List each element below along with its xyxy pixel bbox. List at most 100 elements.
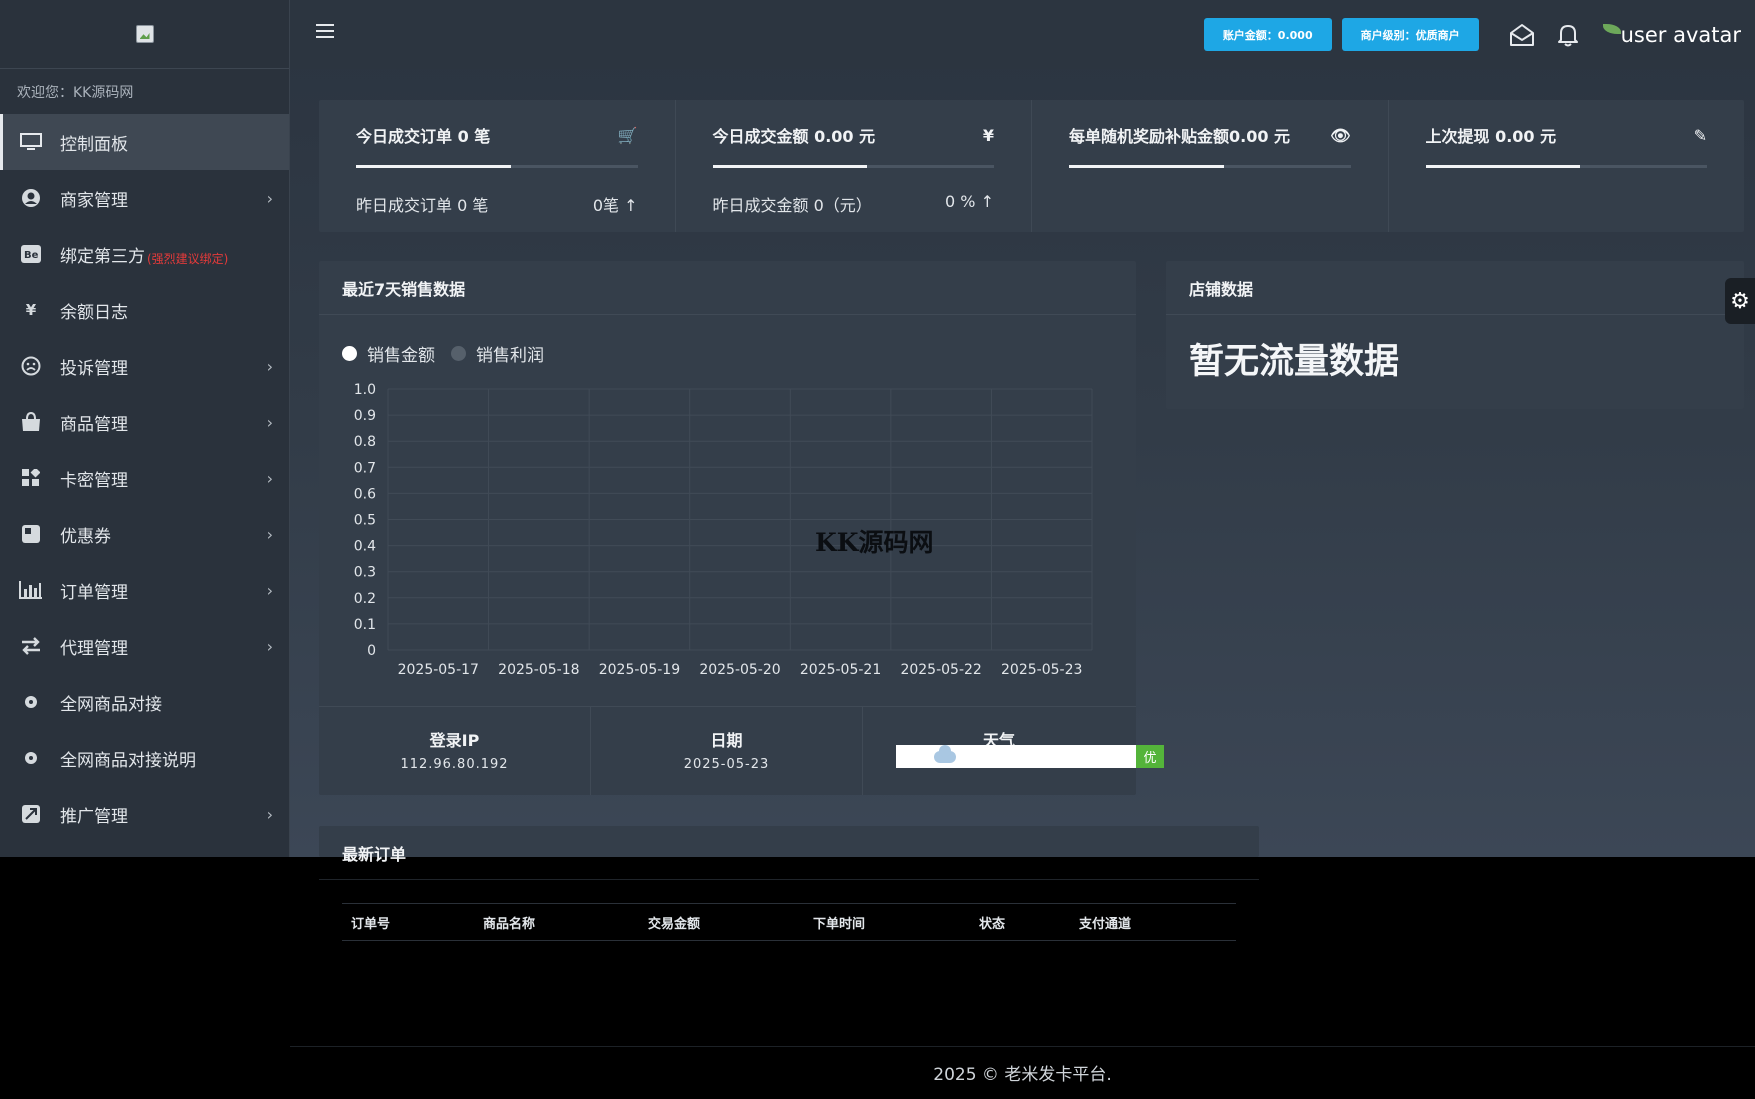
y-tick-label: 0.5 — [354, 513, 376, 529]
menu-toggle-icon[interactable] — [316, 24, 334, 42]
no-traffic-message: 暂无流量数据 — [1189, 342, 1400, 382]
sidebar-item-5[interactable]: 商品管理 › — [0, 394, 289, 450]
sidebar-item-label: 商品管理 — [60, 414, 128, 435]
yen-icon: ¥ — [25, 301, 37, 319]
dot-circle-icon — [19, 746, 43, 770]
sidebar-item-0[interactable]: 控制面板 — [0, 114, 289, 170]
sales-line-chart: 0 0.1 0.2 0.3 0.4 0.5 0.6 0.7 0.8 0.9 1.0 2025-05-1… — [354, 382, 1093, 678]
cloud-icon — [934, 744, 956, 763]
sidebar-item-2[interactable]: Be 绑定第三方 (强烈建议绑定) — [0, 226, 289, 282]
sidebar-item-label: 推广管理 — [60, 806, 128, 827]
sidebar-item-11[interactable]: 全网商品对接说明 — [0, 730, 289, 786]
sidebar-item-12[interactable]: 推广管理 › — [0, 786, 289, 842]
shop-panel: 店铺数据 暂无流量数据 — [1166, 261, 1744, 409]
stat-title: 今日成交订单 0 笔 — [356, 127, 491, 146]
account-balance-button[interactable]: 账户金额：0.000 — [1203, 18, 1332, 51]
sales-panel-title: 最近7天销售数据 — [319, 261, 1136, 315]
y-tick-label: 0 — [367, 643, 376, 659]
date-value: 2025-05-23 — [683, 757, 770, 772]
shop-panel-title: 店铺数据 — [1166, 261, 1744, 315]
y-tick-label: 0.3 — [354, 565, 376, 581]
sidebar-item-7[interactable]: 优惠券 › — [0, 506, 289, 562]
stat-title: 每单随机奖励补贴金额0.00 元 — [1069, 127, 1291, 146]
x-tick-label: 2025-05-21 — [800, 662, 881, 678]
stat-card: 上次提现 0.00 元 ✎ — [1389, 100, 1745, 232]
sidebar-item-label: 余额日志 — [60, 302, 128, 323]
sidebar-item-3[interactable]: ¥ 余额日志 — [0, 282, 289, 338]
sales-panel: 最近7天销售数据 销售金额 销售利润 0 0.1 0.2 0.3 0.4 0.5 0.6 0.… — [319, 261, 1164, 795]
sidebar-item-6[interactable]: 卡密管理 › — [0, 450, 289, 506]
legend-dot — [451, 346, 466, 361]
coupon-icon — [19, 522, 43, 546]
sidebar-item-label: 订单管理 — [60, 582, 128, 603]
settings-gear-icon[interactable]: ⚙ — [1725, 278, 1755, 324]
date-cell: 日期 2025-05-23 — [591, 707, 863, 795]
stat-progress-bar — [712, 165, 994, 168]
stat-sub-left: 昨日成交金额 0（元） — [712, 196, 872, 215]
sidebar-item-1[interactable]: 商家管理 › — [0, 170, 289, 226]
sidebar-item-label: 全网商品对接说明 — [60, 750, 196, 771]
stats-bar: 今日成交订单 0 笔 🛒 昨日成交订单 0 笔 0笔 ↑ 今日成交金额 0.00 元 ¥ 昨… — [319, 100, 1744, 232]
sidebar-item-4[interactable]: 投诉管理 › — [0, 338, 289, 394]
sidebar-item-9[interactable]: 代理管理 › — [0, 618, 289, 674]
frown-icon — [19, 354, 43, 378]
col-order-time: 下单时间 — [813, 916, 866, 932]
orders-table-header: 订单号 商品名称 交易金额 下单时间 状态 支付通道 — [342, 903, 1236, 941]
y-tick-label: 0.6 — [354, 486, 376, 502]
exchange-icon — [19, 634, 43, 658]
sidebar-item-10[interactable]: 全网商品对接 — [0, 674, 289, 730]
col-order-no: 订单号 — [351, 916, 391, 932]
stat-progress-bar — [1069, 165, 1351, 168]
weather-widget[interactable]: 优 — [896, 744, 1164, 768]
login-ip-cell: 登录IP 112.96.80.192 — [319, 707, 591, 795]
chevron-right-icon: › — [266, 636, 273, 656]
sidebar-item-label: 投诉管理 — [60, 358, 128, 379]
col-status: 状态 — [979, 916, 1006, 932]
chevron-right-icon: › — [266, 412, 273, 432]
x-tick-label: 2025-05-23 — [1001, 662, 1082, 678]
watermark-text: KK源码网 — [815, 528, 934, 557]
stat-progress-bar — [1425, 165, 1707, 168]
y-tick-label: 0.9 — [354, 408, 376, 424]
mail-icon[interactable] — [1509, 22, 1535, 48]
sidebar-item-8[interactable]: 订单管理 › — [0, 562, 289, 618]
col-amount: 交易金额 — [648, 916, 701, 932]
broken-image-icon — [135, 25, 154, 43]
stat-title: 今日成交金额 0.00 元 — [712, 127, 876, 146]
sidebar-item-label: 绑定第三方 — [60, 246, 145, 267]
bell-icon[interactable] — [1555, 22, 1581, 48]
bar-chart-icon — [19, 578, 43, 602]
stat-sub-right: 0笔 ↑ — [592, 196, 638, 215]
behance-icon: Be — [19, 242, 43, 266]
stat-card: 今日成交订单 0 笔 🛒 昨日成交订单 0 笔 0笔 ↑ — [319, 100, 676, 232]
eye-icon: 👁 — [1330, 125, 1351, 145]
y-tick-label: 0.1 — [354, 617, 376, 633]
legend-dot — [342, 346, 357, 361]
avatar-image-icon — [1602, 23, 1621, 34]
chevron-right-icon: › — [266, 356, 273, 376]
footer-divider — [290, 1046, 1755, 1047]
chevron-right-icon: › — [266, 468, 273, 488]
chevron-right-icon: › — [266, 580, 273, 600]
y-tick-label: 0.8 — [354, 434, 376, 450]
y-tick-label: 0.7 — [354, 460, 376, 476]
x-tick-label: 2025-05-20 — [699, 662, 780, 678]
avatar[interactable]: user avatar — [1602, 23, 1741, 47]
sidebar-item-label: 代理管理 — [60, 638, 128, 659]
stat-sub-left: 昨日成交订单 0 笔 — [356, 196, 489, 215]
monitor-icon — [19, 130, 43, 154]
weather-cell: 天气 优 — [863, 707, 1164, 795]
stat-card: 每单随机奖励补贴金额0.00 元 👁 — [1032, 100, 1389, 232]
sidebar-item-label: 优惠券 — [60, 526, 111, 547]
sidebar-item-label: 全网商品对接 — [60, 694, 162, 715]
chevron-right-icon: › — [266, 804, 273, 824]
promote-icon — [19, 802, 43, 826]
footer-copyright: 2025 © 老米发卡平台. — [933, 1065, 1112, 1085]
stat-card: 今日成交金额 0.00 元 ¥ 昨日成交金额 0（元） 0 % ↑ — [676, 100, 1032, 232]
login-ip-label: 登录IP — [429, 731, 480, 750]
merchant-level-button[interactable]: 商户级别：优质商户 — [1341, 18, 1479, 51]
x-tick-label: 2025-05-17 — [398, 662, 479, 678]
logo[interactable] — [0, 0, 289, 69]
main-content: 账户金额：0.000 商户级别：优质商户 user avatar 今日成交订单 … — [290, 0, 1755, 857]
user-circle-icon — [19, 186, 43, 210]
